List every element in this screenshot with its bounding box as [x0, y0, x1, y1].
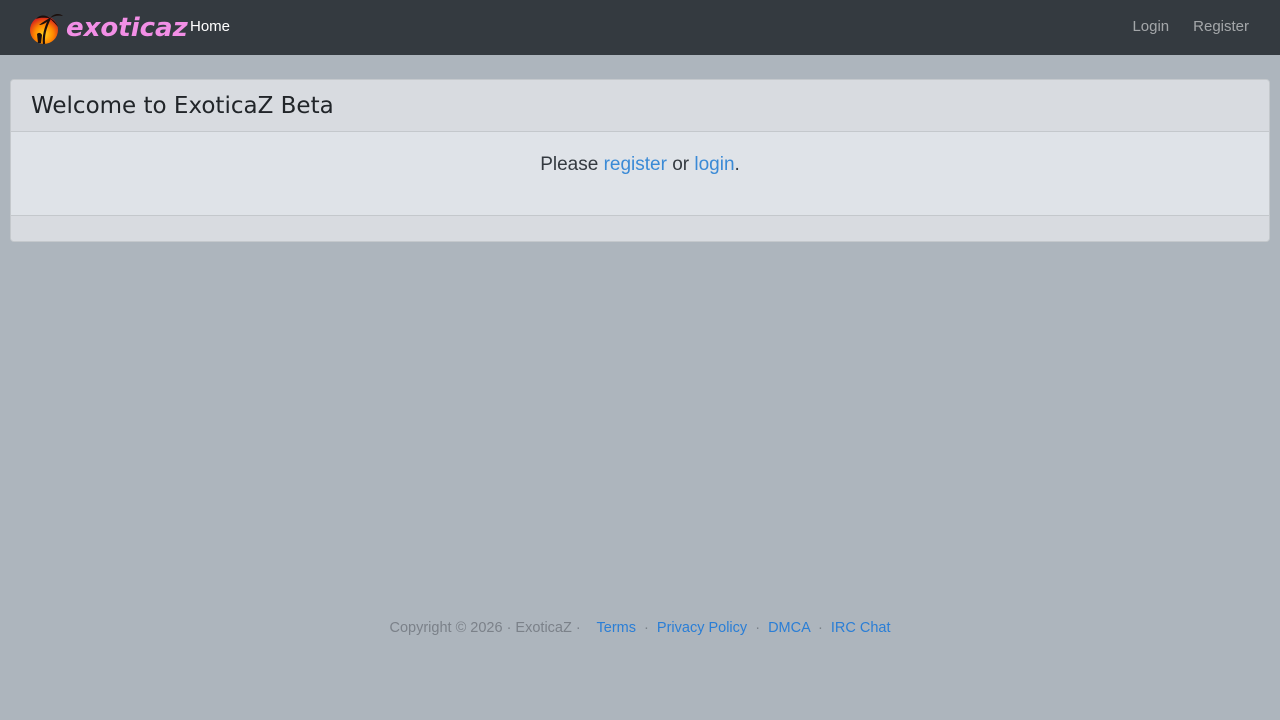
- nav-account-links: Login Register: [1132, 17, 1249, 37]
- footer-separator: ·: [755, 620, 761, 636]
- welcome-card: Welcome to ExoticaZ Beta Please register…: [10, 79, 1270, 242]
- nav-home-link[interactable]: Home: [190, 17, 230, 37]
- welcome-message: Please register or login.: [540, 154, 740, 175]
- register-link[interactable]: register: [604, 154, 667, 175]
- welcome-card-header: Welcome to ExoticaZ Beta: [11, 80, 1269, 132]
- welcome-text-after: .: [734, 154, 740, 175]
- footer-separator: ·: [644, 620, 649, 636]
- brand-logo-link[interactable]: exoticaz: [28, 10, 188, 46]
- welcome-text-before: Please: [540, 154, 604, 175]
- welcome-card-body: Please register or login.: [11, 132, 1269, 216]
- top-navbar: exoticaz Home Login Register: [0, 0, 1280, 55]
- page-footer: Copyright © 2026 · ExoticaZ · Terms · Pr…: [0, 618, 1280, 638]
- welcome-text-middle: or: [666, 154, 695, 175]
- brand-name: exoticaz: [66, 13, 188, 43]
- copyright-text: Copyright © 2026 · ExoticaZ ·: [389, 620, 581, 636]
- welcome-card-footer: [11, 216, 1269, 241]
- nav-register-link[interactable]: Register: [1193, 17, 1249, 37]
- page-title: Welcome to ExoticaZ Beta: [31, 93, 334, 119]
- footer-dmca-link[interactable]: DMCA: [768, 620, 810, 636]
- login-link[interactable]: login: [694, 154, 734, 175]
- sunset-palm-logo-icon: [30, 13, 63, 45]
- nav-login-link[interactable]: Login: [1132, 17, 1169, 37]
- footer-terms-link[interactable]: Terms: [597, 620, 636, 636]
- footer-privacy-link[interactable]: Privacy Policy: [657, 620, 747, 636]
- footer-separator: ·: [818, 620, 823, 636]
- footer-irc-link[interactable]: IRC Chat: [831, 620, 891, 636]
